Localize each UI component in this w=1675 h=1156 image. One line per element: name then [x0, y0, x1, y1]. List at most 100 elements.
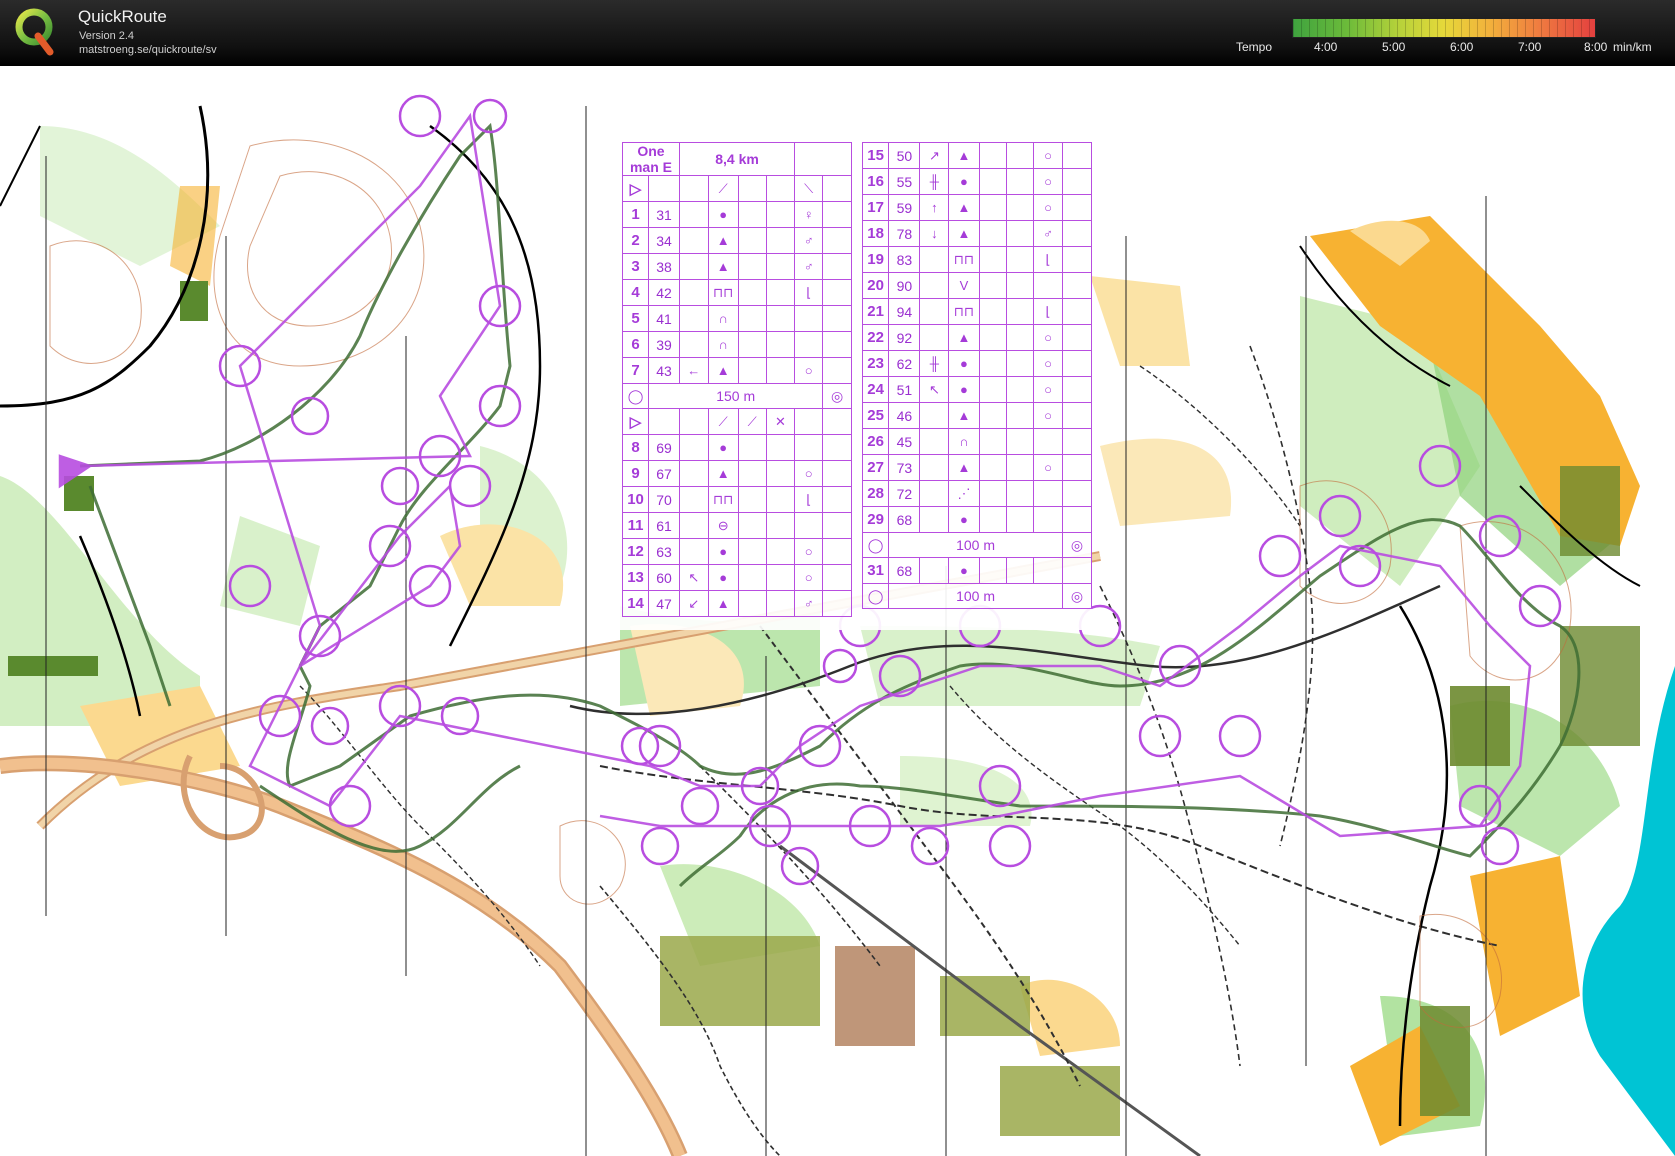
control-symbol	[1033, 557, 1063, 584]
control-symbol: ▲	[707, 227, 739, 254]
start-symbol-icon: ▷	[621, 408, 650, 435]
control-symbol	[794, 331, 824, 358]
control-code: 51	[888, 376, 921, 403]
control-number: 7	[621, 357, 650, 384]
control-row: 21 94 ⊓⊓ ⌊	[861, 298, 1093, 325]
control-symbol	[765, 357, 796, 384]
control-number: 15	[861, 142, 890, 169]
control-symbol: ▲	[707, 253, 739, 280]
control-symbol	[1005, 376, 1035, 403]
control-symbol: ▲	[948, 402, 980, 429]
control-symbol: ○	[794, 564, 824, 591]
control-symbol: ↖	[919, 376, 950, 403]
control-code: 60	[648, 564, 680, 591]
control-symbol	[822, 331, 852, 358]
control-symbol	[1005, 298, 1035, 325]
control-symbol	[737, 331, 767, 358]
control-number: 5	[621, 305, 650, 332]
control-symbol	[765, 460, 796, 487]
control-number: 14	[621, 590, 650, 617]
control-number: 19	[861, 246, 890, 273]
control-symbol	[978, 168, 1007, 195]
control-code: 43	[648, 357, 680, 384]
control-row: 1 31 ● ♀	[621, 201, 852, 228]
control-symbol: ⌊	[794, 486, 824, 513]
control-symbol: ▲	[948, 142, 980, 169]
control-symbol	[1033, 506, 1063, 533]
control-row: 29 68 ●	[861, 506, 1093, 533]
control-symbol	[1005, 142, 1035, 169]
control-row: 5 41 ∩	[621, 305, 852, 332]
control-row: 20 90 V	[861, 272, 1093, 299]
control-symbol: ○	[1033, 194, 1063, 221]
control-number: 31	[861, 557, 890, 584]
control-symbol	[1061, 272, 1093, 299]
control-code: 45	[888, 428, 921, 455]
control-symbol: ⌊	[1033, 246, 1063, 273]
control-symbol	[978, 506, 1007, 533]
control-symbol	[978, 194, 1007, 221]
control-row: 19 83 ⊓⊓ ⌊	[861, 246, 1093, 273]
control-symbol: ⟋	[707, 408, 739, 435]
control-row: 28 72 ⋰	[861, 480, 1093, 507]
control-symbol	[1005, 220, 1035, 247]
control-symbol	[822, 357, 852, 384]
finish-circle-icon: ◎	[1061, 583, 1093, 609]
control-symbol	[1005, 350, 1035, 377]
app-version: Version 2.4	[79, 30, 135, 42]
control-code: 34	[648, 227, 680, 254]
control-symbol	[978, 428, 1007, 455]
control-row: 14 47 ↙ ▲ ♂	[621, 590, 852, 617]
control-symbol	[1061, 557, 1093, 584]
control-code: 90	[888, 272, 921, 299]
tempo-unit: min/km	[1613, 40, 1652, 54]
control-code: 42	[648, 279, 680, 306]
control-symbol	[1005, 272, 1035, 299]
control-symbol: ∩	[948, 428, 980, 455]
control-symbol	[919, 324, 950, 351]
control-symbol	[1061, 142, 1093, 169]
control-symbol	[1061, 506, 1093, 533]
control-number: 10	[621, 486, 650, 513]
control-number: 12	[621, 538, 650, 565]
control-number: 26	[861, 428, 890, 455]
control-symbol: ○	[1033, 324, 1063, 351]
control-symbol	[1061, 454, 1093, 481]
control-symbol	[678, 305, 709, 332]
control-symbol	[1005, 168, 1035, 195]
control-symbol	[678, 201, 709, 228]
control-circle-icon: ◯	[861, 532, 890, 558]
control-symbol	[1005, 454, 1035, 481]
control-symbol	[737, 227, 767, 254]
orienteering-map[interactable]: One man E 8,4 km ▷ ⟋ ⟍ 1 31 ● ♀ 2 34 ▲ ♂ 3 38 ▲ ♂ 4 4…	[0, 66, 1675, 1156]
control-row: 24 51 ↖ ● ○	[861, 376, 1093, 403]
control-symbol: ✕	[765, 408, 796, 435]
control-symbol	[678, 434, 709, 461]
control-symbol: ○	[1033, 142, 1063, 169]
control-code: 63	[648, 538, 680, 565]
tempo-tick: 4:00	[1314, 40, 1338, 54]
control-symbol: ⌊	[794, 279, 824, 306]
control-symbol: ↗	[919, 142, 950, 169]
control-symbol	[978, 272, 1007, 299]
control-code: 69	[648, 434, 680, 461]
control-symbol	[737, 357, 767, 384]
control-symbol: ○	[1033, 168, 1063, 195]
control-code: 38	[648, 253, 680, 280]
control-code: 62	[888, 350, 921, 377]
control-number: 16	[861, 168, 890, 195]
control-code: 47	[648, 590, 680, 617]
control-symbol	[737, 460, 767, 487]
control-row: 16 55 ╫ ● ○	[861, 168, 1093, 195]
control-symbol	[765, 253, 796, 280]
control-number: 20	[861, 272, 890, 299]
control-symbol	[1061, 298, 1093, 325]
control-symbol	[919, 428, 950, 455]
control-symbol	[1061, 168, 1093, 195]
control-code: 73	[888, 454, 921, 481]
control-symbol	[1033, 428, 1063, 455]
tempo-tick: 5:00	[1382, 40, 1406, 54]
control-symbol	[794, 408, 824, 435]
control-row: 6 39 ∩	[621, 331, 852, 358]
control-symbol	[978, 480, 1007, 507]
